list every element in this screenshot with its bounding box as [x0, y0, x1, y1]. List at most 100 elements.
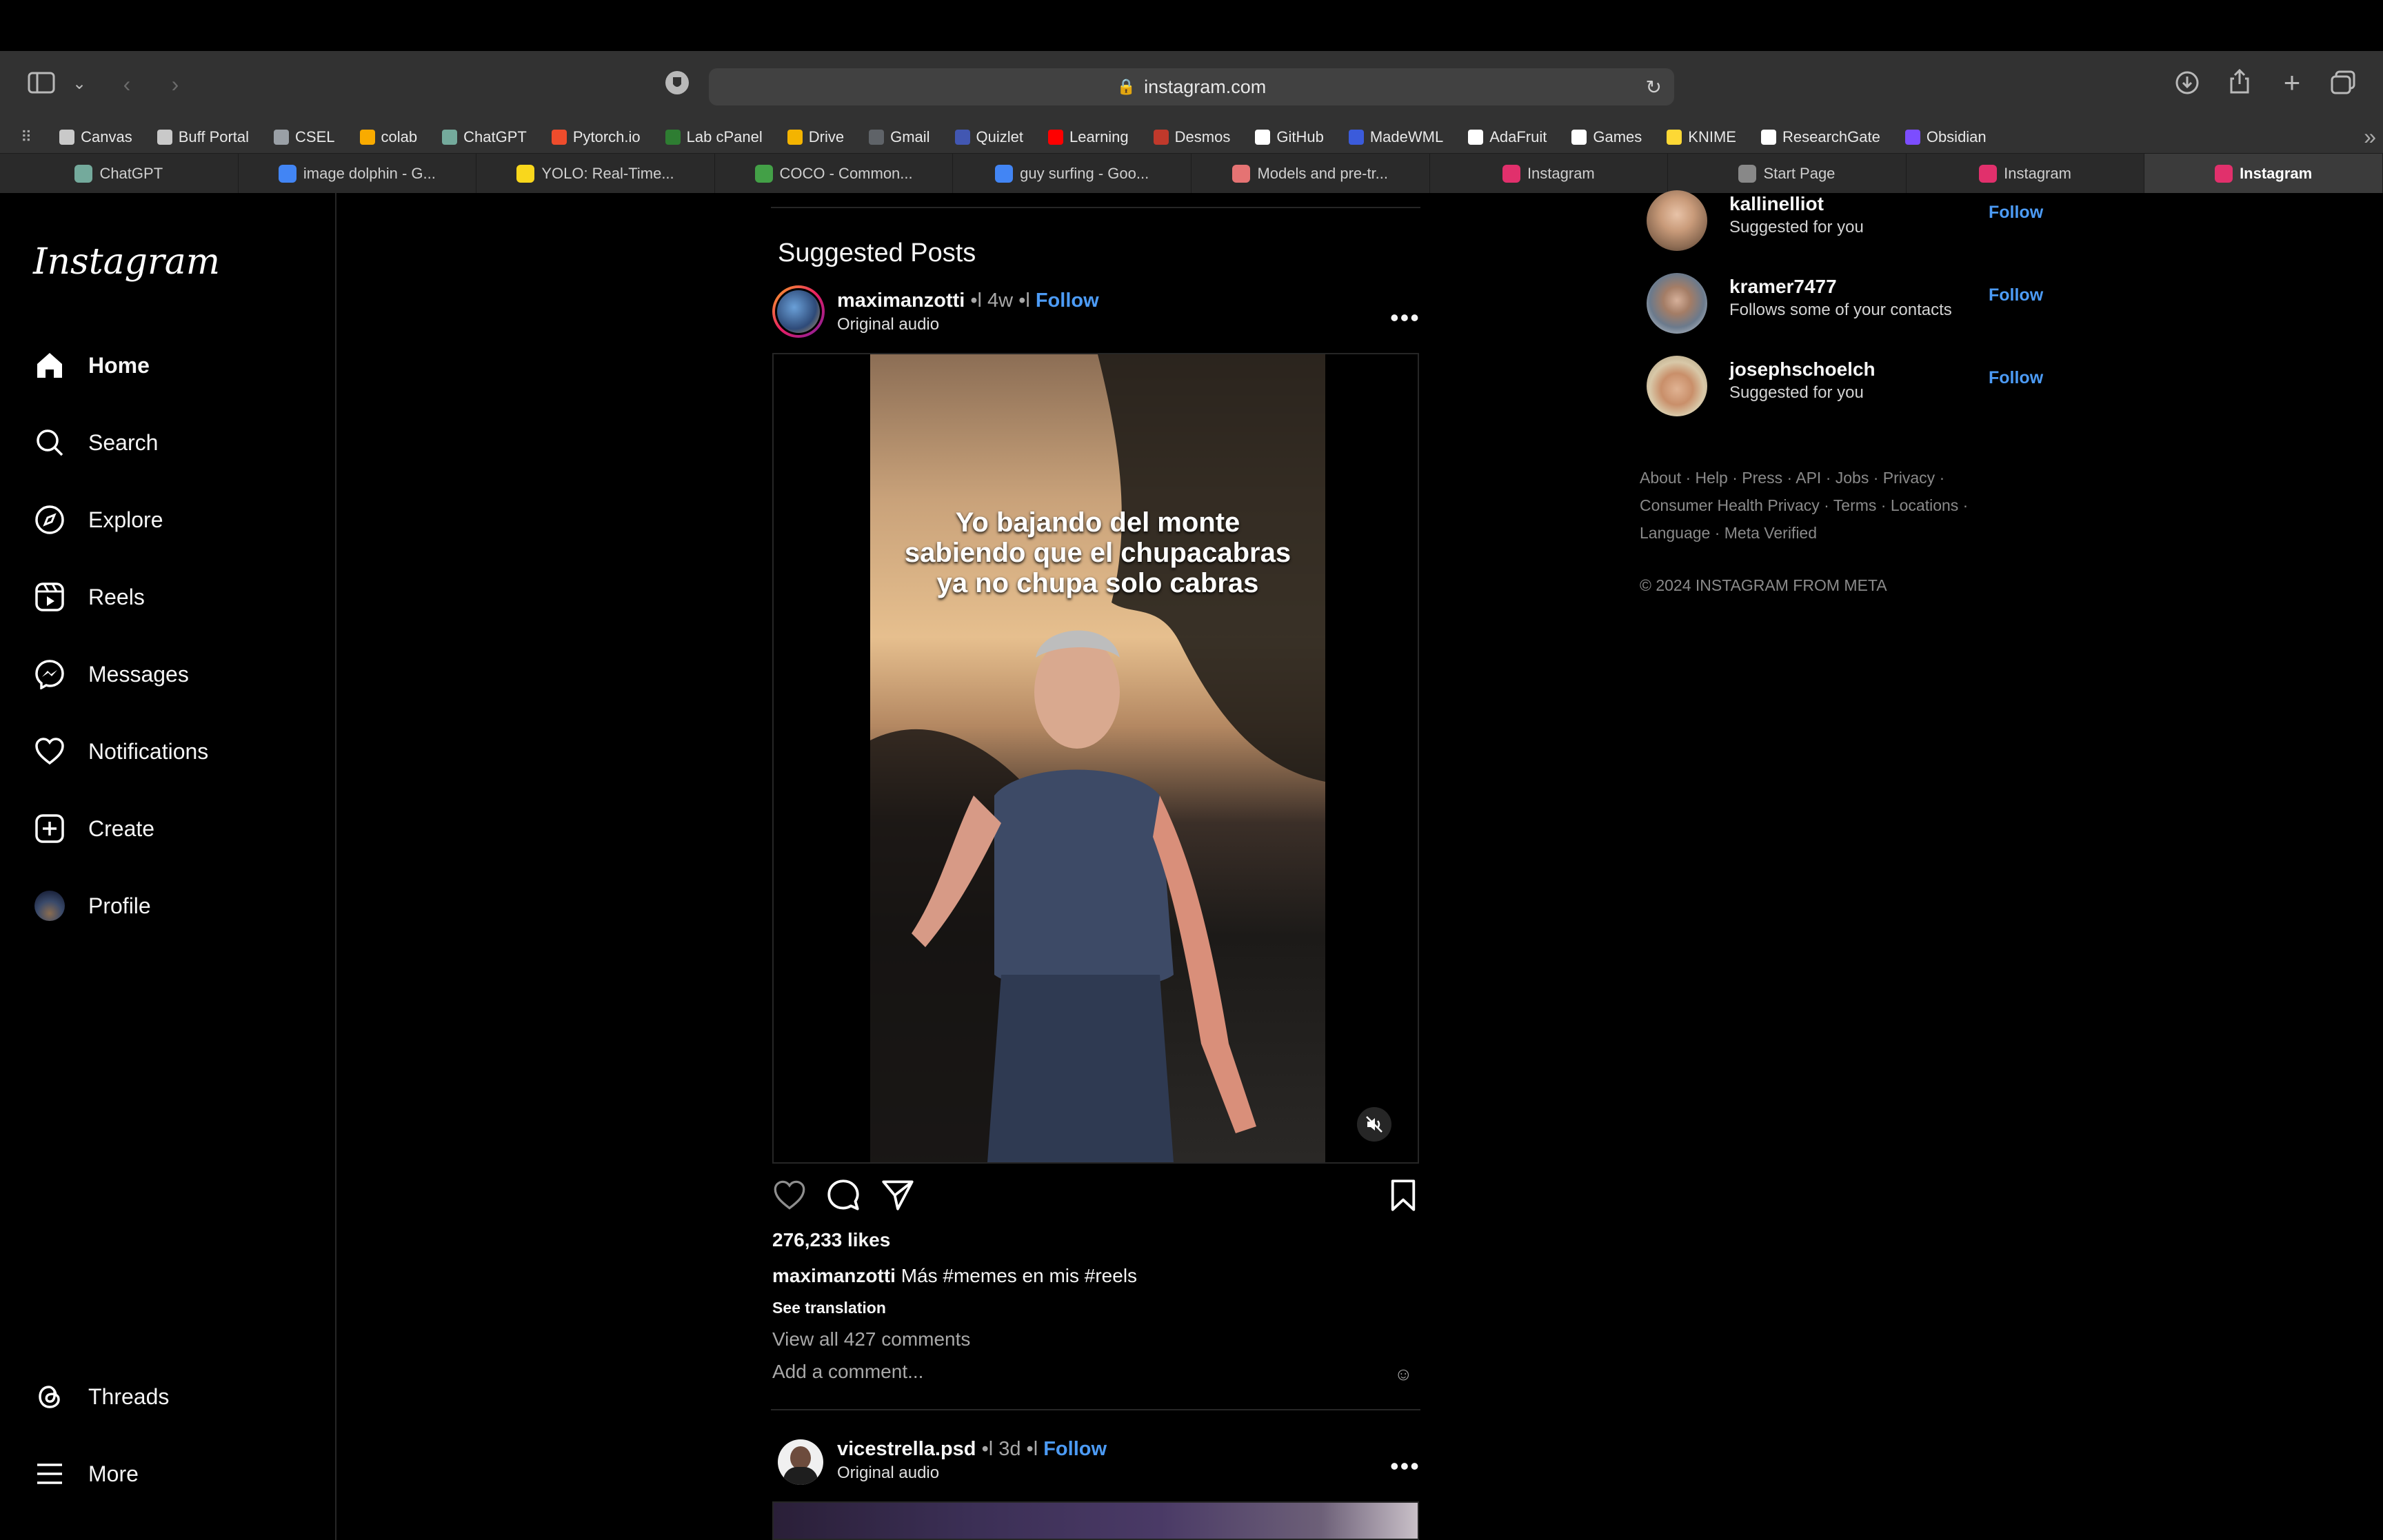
emoji-icon[interactable]: ☺	[1394, 1364, 1413, 1385]
footer-links[interactable]: Consumer Health Privacy · Terms · Locati…	[1640, 496, 1968, 515]
next-post-avatar[interactable]	[778, 1439, 823, 1485]
tab-favicon-icon	[2215, 164, 2233, 183]
suggestion-username[interactable]: josephschoelch	[1729, 358, 1876, 381]
post-header-line: maximanzotti •l 4w •l Follow	[837, 290, 1099, 312]
nav-home[interactable]: Home	[33, 349, 150, 382]
caption-username[interactable]: maximanzotti	[772, 1265, 896, 1286]
browser-tab[interactable]: Instagram	[2144, 154, 2383, 193]
bookmark-canvas[interactable]: Canvas	[59, 128, 132, 146]
browser-tab[interactable]: COCO - Common...	[715, 154, 954, 193]
suggestion-follow-button[interactable]: Follow	[1989, 285, 2043, 305]
nav-messages[interactable]: Messages	[33, 658, 189, 691]
next-post-audio[interactable]: Original audio	[837, 1463, 939, 1483]
bookmark-drive[interactable]: Drive	[787, 128, 844, 146]
suggestion-follow-button[interactable]: Follow	[1989, 203, 2043, 223]
bookmark-favicon-icon	[551, 130, 567, 145]
add-comment-input[interactable]: Add a comment...	[772, 1361, 923, 1383]
save-bookmark-icon[interactable]	[1389, 1179, 1418, 1215]
like-icon[interactable]	[772, 1179, 807, 1215]
bookmark-knime[interactable]: KNIME	[1667, 128, 1736, 146]
view-comments-link[interactable]: View all 427 comments	[772, 1328, 970, 1350]
browser-tab[interactable]: image dolphin - G...	[239, 154, 477, 193]
bookmark-gmail[interactable]: Gmail	[869, 128, 930, 146]
suggestion-avatar[interactable]	[1647, 356, 1707, 416]
bookmark-madewml[interactable]: MadeWML	[1348, 128, 1443, 146]
tab-favicon-icon	[1232, 164, 1251, 183]
footer-links[interactable]: About · Help · Press · API · Jobs · Priv…	[1640, 469, 1944, 487]
comment-icon[interactable]	[826, 1179, 861, 1215]
divider	[771, 1409, 1420, 1410]
bookmark-quizlet[interactable]: Quizlet	[954, 128, 1023, 146]
nav-label: Reels	[88, 584, 145, 609]
bookmark-desmos[interactable]: Desmos	[1153, 128, 1230, 146]
follow-button[interactable]: Follow	[1036, 290, 1099, 312]
browser-tab[interactable]: Models and pre-tr...	[1192, 154, 1430, 193]
bookmark-colab[interactable]: colab	[359, 128, 417, 146]
bookmark-learning[interactable]: Learning	[1048, 128, 1129, 146]
caption-text: Más #memes en mis #reels	[901, 1265, 1138, 1286]
bookmark-buff-portal[interactable]: Buff Portal	[157, 128, 249, 146]
nav-notifications[interactable]: Notifications	[33, 735, 208, 768]
bookmark-lab-cpanel[interactable]: Lab cPanel	[665, 128, 763, 146]
suggestion-username[interactable]: kramer7477	[1729, 276, 1837, 298]
bookmark-github[interactable]: GitHub	[1255, 128, 1324, 146]
more-options-icon[interactable]: •••	[1390, 303, 1420, 332]
bookmark-label: ResearchGate	[1782, 128, 1880, 145]
browser-tab[interactable]: Instagram	[1907, 154, 2145, 193]
next-post-username[interactable]: vicestrella.psd	[837, 1438, 976, 1460]
mute-icon	[1366, 1116, 1382, 1133]
shield-icon[interactable]	[662, 69, 692, 103]
bookmark-games[interactable]: Games	[1571, 128, 1642, 146]
browser-tab[interactable]: guy surfing - Goo...	[953, 154, 1192, 193]
bookmark-favicon-icon	[1904, 130, 1920, 145]
sidebar-toggle-icon[interactable]	[26, 72, 57, 100]
chevron-down-icon[interactable]: ⌄	[69, 70, 90, 98]
share-icon[interactable]	[2224, 68, 2255, 101]
suggestion-follow-button[interactable]: Follow	[1989, 368, 2043, 388]
nav-more[interactable]: More	[33, 1457, 139, 1490]
likes-count[interactable]: 276,233 likes	[772, 1229, 890, 1251]
footer-links[interactable]: Language · Meta Verified	[1640, 524, 1817, 543]
post-audio[interactable]: Original audio	[837, 315, 939, 334]
nav-profile[interactable]: Profile	[33, 889, 151, 922]
post-username[interactable]: maximanzotti	[837, 290, 965, 312]
bookmark-adafruit[interactable]: AdaFruit	[1468, 128, 1547, 146]
bookmarks-overflow-icon[interactable]: »	[2364, 124, 2376, 150]
post-video[interactable]: Yo bajando del monte sabiendo que el chu…	[772, 353, 1419, 1164]
browser-tab[interactable]: ChatGPT	[0, 154, 239, 193]
bookmark-obsidian[interactable]: Obsidian	[1904, 128, 1987, 146]
share-send-icon[interactable]	[881, 1179, 914, 1215]
mute-button[interactable]	[1357, 1107, 1391, 1142]
see-translation-link[interactable]: See translation	[772, 1299, 886, 1317]
forward-icon[interactable]: ›	[161, 70, 189, 98]
nav-reels[interactable]: Reels	[33, 580, 145, 614]
download-icon[interactable]	[2172, 70, 2202, 101]
browser-tab[interactable]: Start Page	[1668, 154, 1907, 193]
back-icon[interactable]: ‹	[113, 70, 141, 98]
suggestion-avatar[interactable]	[1647, 273, 1707, 334]
tab-overview-icon[interactable]	[2328, 70, 2358, 101]
post-avatar[interactable]	[772, 285, 825, 338]
bookmark-pytorch-io[interactable]: Pytorch.io	[551, 128, 641, 146]
next-post-media[interactable]	[772, 1501, 1419, 1540]
nav-create[interactable]: Create	[33, 812, 154, 845]
bookmark-chatgpt[interactable]: ChatGPT	[442, 128, 527, 146]
next-follow-button[interactable]: Follow	[1043, 1438, 1107, 1460]
nav-threads[interactable]: Threads	[33, 1380, 169, 1413]
new-tab-icon[interactable]: +	[2277, 68, 2307, 97]
threads-icon	[33, 1380, 66, 1413]
address-bar[interactable]: 🔒 instagram.com ↻	[709, 68, 1674, 105]
instagram-logo[interactable]: Instagram	[33, 241, 220, 283]
browser-tab[interactable]: Instagram	[1430, 154, 1669, 193]
nav-explore[interactable]: Explore	[33, 503, 163, 536]
reload-icon[interactable]: ↻	[1646, 76, 1662, 99]
more-options-icon[interactable]: •••	[1390, 1452, 1420, 1481]
suggestion-avatar[interactable]	[1647, 190, 1707, 251]
bookmark-researchgate[interactable]: ResearchGate	[1760, 128, 1880, 146]
tab-title: Instagram	[1527, 164, 1595, 182]
bookmark-csel[interactable]: CSEL	[274, 128, 335, 146]
apps-grid-icon[interactable]: ⠿	[21, 128, 32, 146]
nav-search[interactable]: Search	[33, 426, 158, 459]
browser-tab[interactable]: YOLO: Real-Time...	[476, 154, 715, 193]
suggestion-username[interactable]: kallinelliot	[1729, 193, 1824, 215]
